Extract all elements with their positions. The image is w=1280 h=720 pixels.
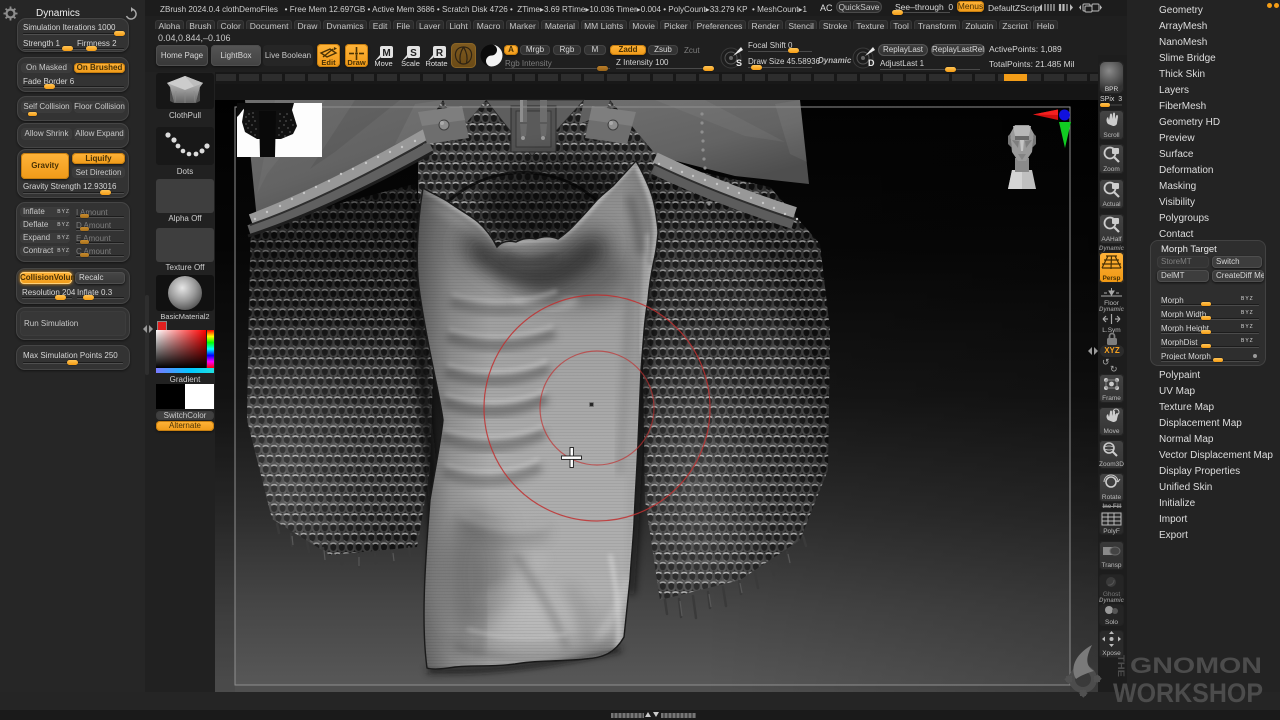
svg-text:WORKSHOP: WORKSHOP xyxy=(1113,678,1263,708)
svg-text:THE: THE xyxy=(1115,655,1126,677)
svg-text:S: S xyxy=(410,48,417,59)
svg-text:GNOMON: GNOMON xyxy=(1130,653,1262,678)
svg-text:R: R xyxy=(436,48,444,59)
svg-text:D: D xyxy=(868,58,875,68)
svg-text:M: M xyxy=(382,48,390,59)
svg-text:S: S xyxy=(736,58,742,68)
